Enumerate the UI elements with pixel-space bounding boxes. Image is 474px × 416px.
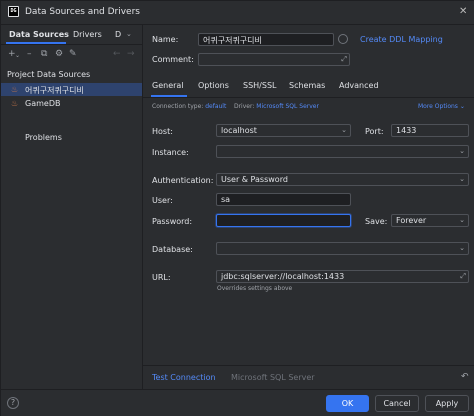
- url-label: URL:: [152, 273, 171, 282]
- port-label: Port:: [365, 127, 384, 136]
- revert-icon[interactable]: ↶: [461, 372, 469, 382]
- apply-button[interactable]: Apply: [425, 395, 469, 412]
- cancel-button[interactable]: Cancel: [375, 395, 419, 412]
- authentication-label: Authentication:: [152, 176, 214, 185]
- mssql-datasource-icon: ♨: [11, 85, 19, 94]
- user-field[interactable]: sa: [216, 193, 351, 206]
- port-value: 1433: [396, 126, 417, 135]
- chevron-down-icon[interactable]: ⌄: [459, 216, 465, 224]
- duplicate-icon[interactable]: ⧉: [41, 49, 47, 59]
- title-bar: DG Data Sources and Drivers ✕: [1, 1, 474, 25]
- more-options-label: More Options: [418, 103, 458, 110]
- datagrip-app-icon: DG: [8, 6, 19, 17]
- tree-item-gamedb[interactable]: ♨ GameDB: [1, 97, 142, 110]
- url-value: jdbc:sqlserver://localhost:1433: [221, 272, 345, 281]
- remove-icon[interactable]: –: [27, 49, 32, 59]
- name-value: 어퀴구저퀴구디비: [203, 36, 262, 45]
- color-indicator-icon[interactable]: [338, 34, 348, 44]
- connection-type-value[interactable]: default: [205, 103, 226, 110]
- host-label: Host:: [152, 127, 173, 136]
- tab-general[interactable]: General: [152, 81, 184, 90]
- name-field[interactable]: 어퀴구저퀴구디비: [198, 33, 334, 46]
- tree-item-label: GameDB: [25, 99, 61, 108]
- comment-label: Comment:: [152, 55, 194, 64]
- url-hint: Overrides settings above: [217, 285, 293, 292]
- tab-ssh-ssl[interactable]: SSH/SSL: [243, 81, 276, 90]
- ok-button[interactable]: OK: [326, 395, 369, 412]
- tree-item-datasource[interactable]: ♨ 어퀴구저퀴구디비: [1, 83, 142, 96]
- user-label: User:: [152, 196, 173, 205]
- back-arrow-icon[interactable]: ←: [113, 49, 121, 59]
- connection-type-label: Connection type:: [152, 103, 204, 110]
- tab-data-sources[interactable]: Data Sources: [9, 30, 69, 39]
- dialog-window: DG Data Sources and Drivers ✕ Data Sourc…: [0, 0, 474, 416]
- chevron-down-icon[interactable]: ⌄: [459, 244, 465, 252]
- connection-type-row: Connection type: default Driver: Microso…: [152, 103, 319, 110]
- authentication-value: User & Password: [221, 175, 288, 184]
- host-value: localhost: [221, 126, 257, 135]
- left-panel: Data Sources Drivers D ⌄ + ⌄ – ⧉ ⚙ ✎ ← →…: [1, 25, 143, 389]
- tab-advanced[interactable]: Advanced: [339, 81, 379, 90]
- tab-drivers[interactable]: Drivers: [73, 30, 102, 39]
- help-icon[interactable]: ?: [7, 397, 19, 409]
- more-options-link[interactable]: More Options ⌄: [418, 103, 465, 110]
- chevron-down-icon: ⌄: [459, 103, 465, 110]
- name-label: Name:: [152, 35, 179, 44]
- create-ddl-mapping-link[interactable]: Create DDL Mapping: [360, 35, 443, 44]
- test-connection-link[interactable]: Test Connection: [152, 373, 216, 382]
- expand-icon[interactable]: ⤢: [341, 55, 347, 64]
- tab-more[interactable]: D: [115, 30, 121, 39]
- host-field[interactable]: localhost ⌄: [216, 124, 351, 137]
- dialog-footer: ? OK Cancel Apply: [1, 389, 474, 416]
- chevron-down-icon[interactable]: ⌄: [126, 30, 132, 38]
- chevron-down-icon[interactable]: ⌄: [341, 126, 347, 134]
- settings-icon[interactable]: ⚙: [55, 49, 63, 59]
- tree-item-label: 어퀴구저퀴구디비: [25, 86, 84, 95]
- instance-label: Instance:: [152, 148, 189, 157]
- save-select[interactable]: Forever ⌄: [391, 214, 469, 227]
- expand-icon[interactable]: ⤢: [460, 272, 466, 281]
- divider: [1, 44, 142, 45]
- divider: [143, 97, 474, 98]
- tab-options[interactable]: Options: [198, 81, 229, 90]
- driver-label: Driver:: [233, 103, 255, 110]
- mssql-datasource-icon: ♨: [11, 99, 19, 108]
- divider: [143, 365, 474, 366]
- port-field[interactable]: 1433: [391, 124, 469, 137]
- save-label: Save:: [365, 217, 388, 226]
- comment-field[interactable]: ⤢: [198, 53, 350, 66]
- password-field[interactable]: [216, 214, 351, 227]
- add-dropdown-chevron-icon[interactable]: ⌄: [15, 52, 20, 59]
- close-icon[interactable]: ✕: [459, 6, 467, 17]
- problems-item[interactable]: Problems: [25, 133, 62, 142]
- user-value: sa: [221, 195, 231, 204]
- right-panel: Name: 어퀴구저퀴구디비 Create DDL Mapping Commen…: [143, 25, 474, 389]
- database-label: Database:: [152, 245, 193, 254]
- window-title: Data Sources and Drivers: [25, 7, 140, 17]
- instance-field[interactable]: ⌄: [216, 145, 469, 158]
- save-value: Forever: [396, 216, 427, 225]
- project-data-sources-label: Project Data Sources: [7, 70, 91, 79]
- chevron-down-icon[interactable]: ⌄: [459, 175, 465, 183]
- tab-schemas[interactable]: Schemas: [289, 81, 325, 90]
- driver-value[interactable]: Microsoft SQL Server: [256, 103, 319, 110]
- password-label: Password:: [152, 217, 193, 226]
- driver-footer-label: Microsoft SQL Server: [231, 373, 315, 382]
- url-field[interactable]: jdbc:sqlserver://localhost:1433 ⤢: [216, 270, 469, 283]
- edit-icon[interactable]: ✎: [69, 49, 77, 59]
- forward-arrow-icon[interactable]: →: [127, 49, 135, 59]
- chevron-down-icon[interactable]: ⌄: [459, 147, 465, 155]
- authentication-select[interactable]: User & Password ⌄: [216, 173, 469, 186]
- database-field[interactable]: ⌄: [216, 242, 469, 255]
